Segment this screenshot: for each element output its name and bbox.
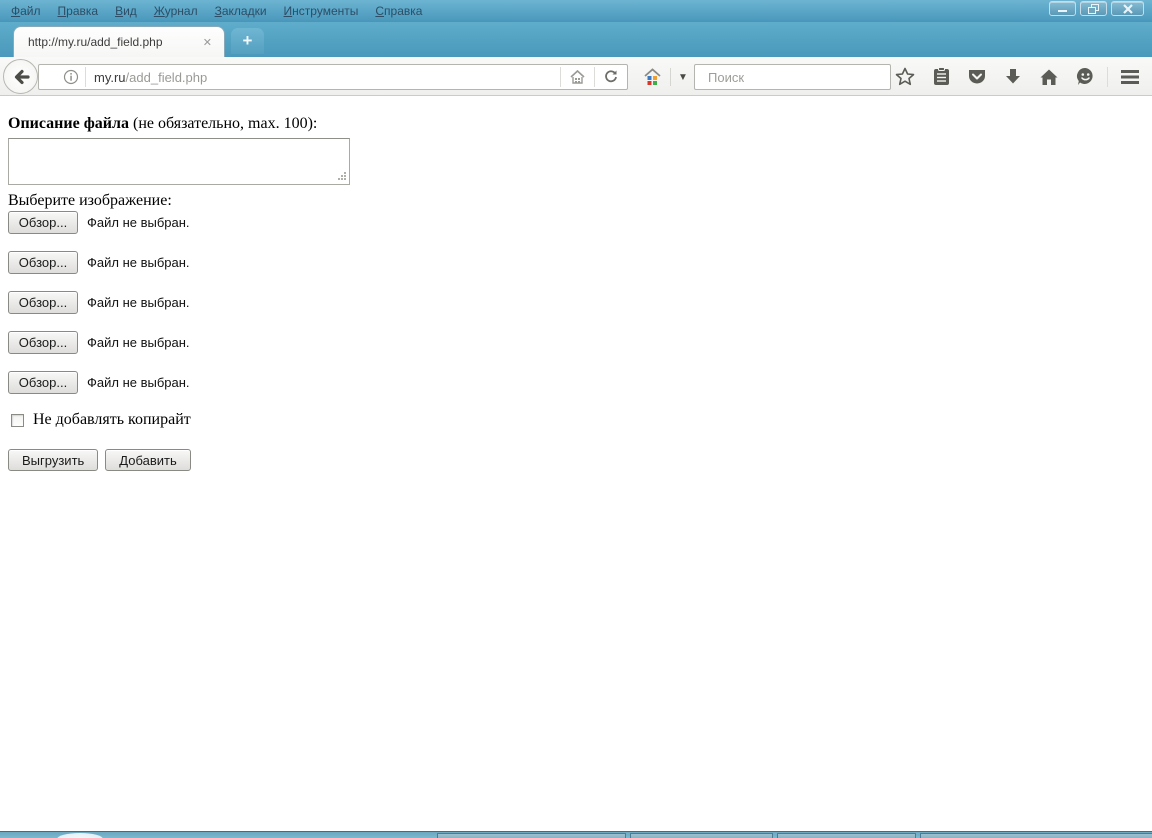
menu-hamburger-button[interactable] [1112,62,1148,92]
tab-title: http://my.ru/add_field.php [28,35,163,49]
download-icon [1006,69,1020,84]
page-content: Описание файла (не обязательно, max. 100… [0,97,1152,831]
search-icon [701,70,702,85]
home-icon [1040,69,1058,85]
copyright-checkbox-label: Не добавлять копирайт [33,411,191,428]
description-label-rest: (не обязательно, max. 100): [128,115,318,132]
url-bar[interactable]: my.ru/add_field.php [38,64,628,90]
close-button[interactable] [1111,1,1144,16]
refresh-icon [605,70,617,83]
file-input-row: Обзор... Файл не выбран. [8,371,190,394]
minimize-button[interactable] [1049,1,1076,16]
menu-edit[interactable]: Правка [55,2,102,20]
menu-tools[interactable]: Инструменты [281,2,362,20]
home-button-group: ▼ [635,64,695,90]
browse-button[interactable]: Обзор... [8,211,78,234]
browser-window: Файл Правка Вид Журнал Закладки Инструме… [0,0,1152,838]
description-label: Описание файла (не обязательно, max. 100… [8,115,317,133]
back-icon [14,69,30,84]
info-icon[interactable] [63,69,79,85]
pocket-button[interactable] [959,62,995,92]
home-colored-icon [644,68,661,85]
hamburger-menu-icon [1121,69,1139,84]
active-tab[interactable]: http://my.ru/add_field.php ✕ [13,26,225,57]
url-path: /add_field.php [125,69,208,85]
menu-history[interactable]: Журнал [151,2,201,20]
add-button[interactable]: Добавить [105,449,191,471]
submit-buttons-row: Выгрузить Добавить [8,449,191,471]
restore-button[interactable] [1080,1,1107,16]
browse-button[interactable]: Обзор... [8,331,78,354]
taskbar-button[interactable] [777,833,916,838]
bookmark-star-button[interactable] [887,62,923,92]
file-input-row: Обзор... Файл не выбран. [8,211,190,234]
window-controls [1049,1,1144,16]
file-status: Файл не выбран. [87,375,190,390]
urlbar-actions [560,65,627,89]
tab-bar: http://my.ru/add_field.php ✕ + [0,22,1152,57]
browse-button[interactable]: Обзор... [8,291,78,314]
file-input-row: Обзор... Файл не выбран. [8,251,190,274]
url-text[interactable]: my.ru/add_field.php [94,70,560,85]
minimize-icon [1058,10,1067,12]
navigation-toolbar: my.ru/add_field.php ▼ Поиск [0,57,1152,96]
bookmarks-list-button[interactable] [923,62,959,92]
file-status: Файл не выбран. [87,255,190,270]
search-box[interactable] [694,64,891,90]
home-button[interactable] [1031,62,1067,92]
file-status: Файл не выбран. [87,295,190,310]
pocket-icon [969,69,985,83]
urlbar-separator [85,67,86,87]
browse-button[interactable]: Обзор... [8,251,78,274]
description-textarea[interactable] [8,138,350,185]
taskbar-button[interactable] [437,833,626,838]
restore-icon [1087,3,1099,14]
file-status: Файл не выбран. [87,215,190,230]
menu-file[interactable]: Файл [8,2,44,20]
choose-image-label: Выберите изображение: [8,192,172,209]
downloads-button[interactable] [995,62,1031,92]
copyright-checkbox[interactable] [11,413,24,427]
dropdown-caret-icon[interactable]: ▼ [671,72,695,83]
url-host: my.ru [94,69,126,85]
upload-button[interactable]: Выгрузить [8,449,99,471]
description-label-bold: Описание файла [8,115,129,132]
chat-button[interactable] [1067,62,1103,92]
plus-icon: + [242,31,253,50]
refresh-button[interactable] [595,65,627,89]
menu-bar: Файл Правка Вид Журнал Закладки Инструме… [0,0,1152,22]
page-home-icon [570,69,585,84]
file-input-row: Обзор... Файл не выбран. [8,331,190,354]
taskbar-sliver [0,831,1152,838]
home-colored-button[interactable] [635,68,670,86]
toolbar-action-icons [887,57,1148,96]
browse-button[interactable]: Обзор... [8,371,78,394]
search-input[interactable] [708,69,884,85]
taskbar-button[interactable] [630,833,773,838]
menu-view[interactable]: Вид [112,2,140,20]
taskbar-button[interactable] [920,833,1152,838]
menu-help[interactable]: Справка [372,2,425,20]
page-home-button[interactable] [561,65,594,89]
close-icon [1122,3,1133,14]
file-status: Файл не выбран. [87,335,190,350]
back-button[interactable] [3,59,38,94]
new-tab-button[interactable]: + [231,28,264,54]
file-input-row: Обзор... Файл не выбран. [8,291,190,314]
star-icon [895,67,915,86]
start-orb-icon[interactable] [57,833,103,838]
chat-smiley-icon [1076,67,1093,85]
toolbar-separator [1107,66,1108,87]
menu-bookmarks[interactable]: Закладки [212,2,270,20]
copyright-checkbox-row: Не добавлять копирайт [11,411,191,429]
description-textarea-wrap [8,138,350,185]
bookmarks-list-icon [933,67,949,85]
tab-close-icon[interactable]: ✕ [199,34,216,51]
